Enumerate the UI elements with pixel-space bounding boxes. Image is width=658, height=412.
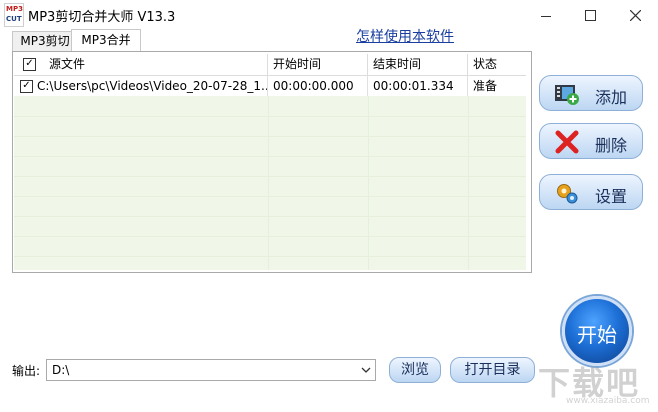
settings-button-label: 设置 — [595, 187, 628, 206]
grid-line — [14, 116, 526, 117]
delete-button[interactable]: 删除 — [539, 123, 643, 159]
column-header-status[interactable]: 状态 — [468, 54, 526, 75]
tab-mp3-merge[interactable]: MP3合并 — [71, 29, 141, 51]
column-header-start-time[interactable]: 开始时间 — [268, 54, 368, 75]
gears-icon — [557, 184, 578, 204]
row-source-file: C:\Users\pc\Videos\Video_20-07-28_1... — [32, 76, 268, 96]
grid-line — [14, 216, 526, 217]
output-path-select[interactable]: D:\ — [46, 359, 376, 381]
delete-button-label: 删除 — [595, 136, 628, 155]
table-row[interactable]: ✓ C:\Users\pc\Videos\Video_20-07-28_1...… — [14, 76, 526, 96]
grid-line — [14, 156, 526, 157]
close-icon — [630, 9, 641, 21]
maximize-icon — [585, 9, 596, 21]
header-check-cell: ✓ — [14, 54, 44, 75]
grid-line — [14, 176, 526, 177]
film-add-icon — [555, 85, 579, 105]
row-status: 准备 — [473, 79, 498, 93]
red-x-icon — [555, 130, 579, 154]
browse-button[interactable]: 浏览 — [389, 357, 441, 383]
grid-column-line — [468, 96, 469, 270]
app-icon-text-top: MP3 — [6, 5, 23, 13]
chevron-down-icon[interactable] — [359, 363, 373, 377]
settings-button[interactable]: 设置 — [539, 174, 643, 210]
row-end-time: 00:00:01.334 — [368, 76, 468, 96]
output-label: 输出: — [12, 364, 41, 378]
maximize-button[interactable] — [568, 0, 613, 30]
grid-column-line — [268, 96, 269, 270]
title-bar: MP3 CUT MP3剪切合并大师 V13.3 — [0, 0, 658, 30]
watermark-url: www.xiazaiba.com — [566, 396, 650, 406]
minimize-button[interactable] — [523, 0, 568, 30]
window-title: MP3剪切合并大师 V13.3 — [28, 10, 176, 25]
file-table: ✓ 源文件 开始时间 结束时间 状态 ✓ C:\Users\pc\Videos\… — [14, 54, 526, 270]
close-button[interactable] — [613, 0, 658, 30]
header-checkbox[interactable]: ✓ — [23, 58, 36, 71]
tab-mp3-cut[interactable]: MP3剪切 — [12, 31, 78, 51]
grid-column-line — [368, 96, 369, 270]
file-list-panel: ✓ 源文件 开始时间 结束时间 状态 ✓ C:\Users\pc\Videos\… — [12, 51, 532, 273]
watermark-logo: 下载吧 www.xiazaiba.com — [522, 358, 654, 410]
grid-line — [14, 256, 526, 257]
start-button-label: 开始 — [577, 323, 617, 347]
app-icon: MP3 CUT — [4, 3, 24, 27]
grid-line — [14, 196, 526, 197]
start-button[interactable]: 开始 — [562, 296, 632, 366]
minimize-icon — [540, 15, 551, 17]
app-icon-text-bottom: CUT — [6, 15, 22, 23]
column-header-end-time[interactable]: 结束时间 — [368, 54, 468, 75]
grid-line — [14, 236, 526, 237]
table-header: ✓ 源文件 开始时间 结束时间 状态 — [14, 54, 526, 76]
help-link[interactable]: 怎样使用本软件 — [356, 26, 454, 46]
add-button[interactable]: 添加 — [539, 75, 643, 111]
add-button-label: 添加 — [595, 88, 628, 107]
column-header-source[interactable]: 源文件 — [44, 54, 268, 75]
output-path-value: D:\ — [52, 363, 70, 377]
row-start-time: 00:00:00.000 — [268, 76, 368, 96]
grid-line — [14, 136, 526, 137]
